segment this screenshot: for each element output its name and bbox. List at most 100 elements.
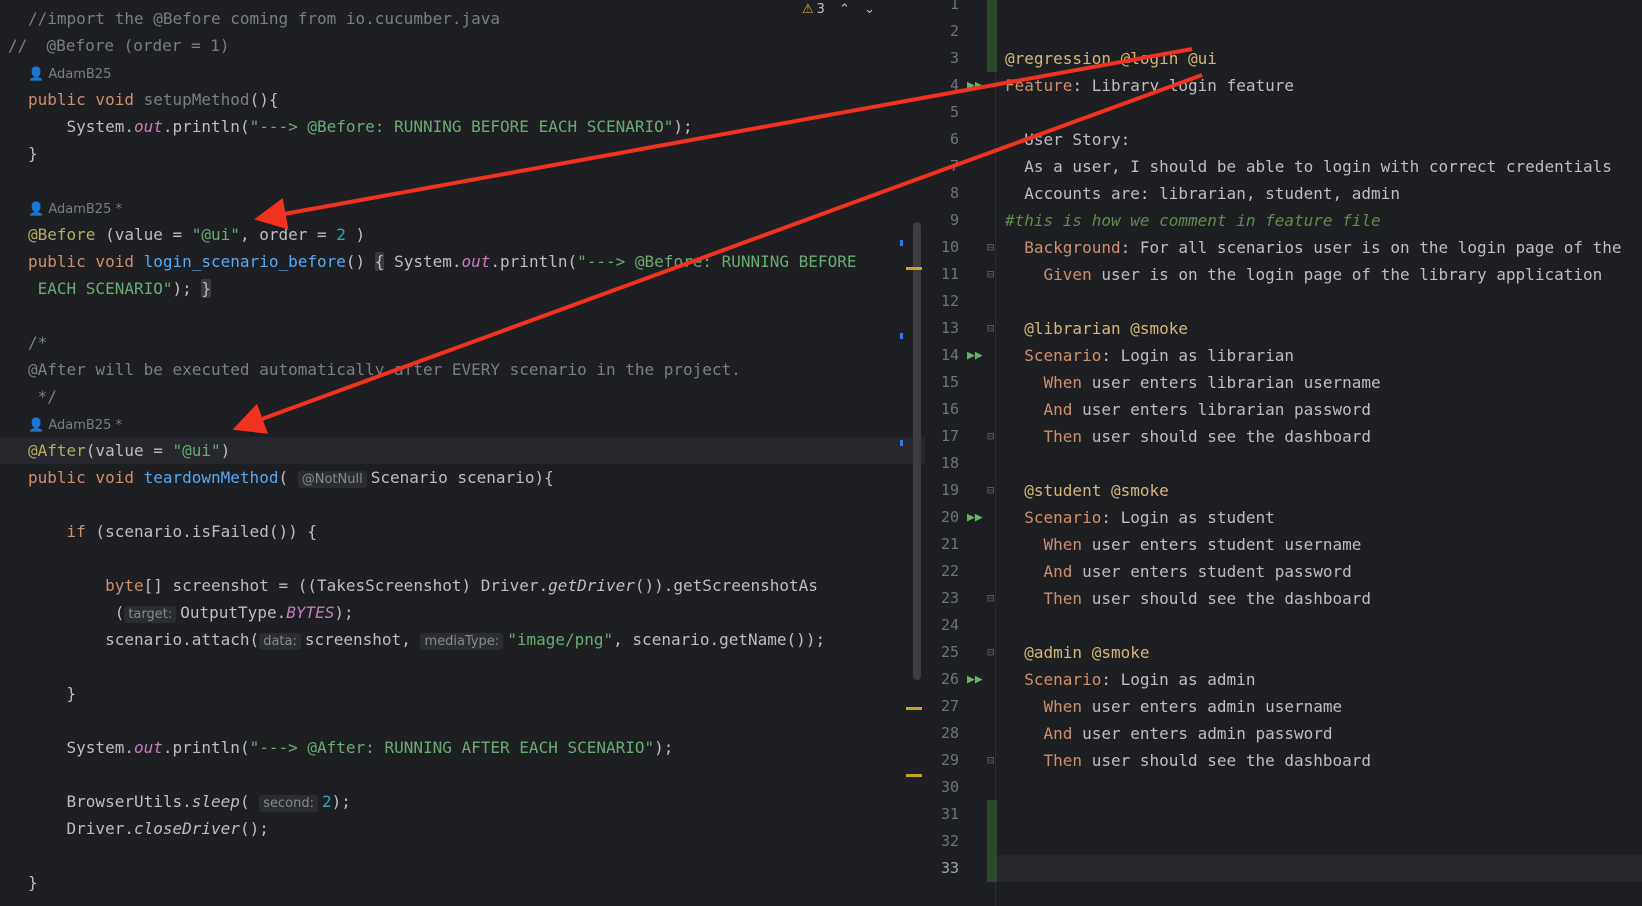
warning-marker[interactable] [906, 707, 922, 710]
line-number[interactable]: 10 [925, 234, 959, 261]
feature-line[interactable]: Then user should see the dashboard [1005, 585, 1642, 612]
feature-line[interactable]: As a user, I should be able to login wit… [1005, 153, 1642, 180]
run-scenario-icon[interactable]: ▶▶ [967, 342, 983, 369]
code-line[interactable]: /* [28, 329, 925, 356]
code-line[interactable]: BrowserUtils.sleep( second: 2); [28, 788, 925, 815]
fold-icon[interactable]: ⊟ [987, 477, 1001, 504]
feature-editor[interactable]: 1 2 3 4 5 6 7 8 9 10 11 12 13 14 15 16 17 18 19 20 21 22 23 24 2… [925, 0, 1642, 906]
code-line[interactable]: //import the @Before coming from io.cucu… [28, 5, 925, 32]
feature-line[interactable]: Feature: Library login feature [1005, 72, 1642, 99]
line-number[interactable]: 32 [925, 828, 959, 855]
line-number[interactable]: 5 [925, 99, 959, 126]
line-number[interactable]: 17 [925, 423, 959, 450]
line-number[interactable]: 20 [925, 504, 959, 531]
code-line[interactable]: // @Before (order = 1) [8, 32, 925, 59]
line-number[interactable]: 13 [925, 315, 959, 342]
fold-icon[interactable]: ⊟ [987, 585, 1001, 612]
code-line[interactable]: System.out.println("---> @After: RUNNING… [28, 734, 925, 761]
line-number[interactable]: 21 [925, 531, 959, 558]
info-marker[interactable] [900, 333, 903, 339]
fold-icon[interactable]: ⊟ [987, 639, 1001, 666]
line-number[interactable]: 25 [925, 639, 959, 666]
line-number[interactable]: 12 [925, 288, 959, 315]
feature-line[interactable]: And user enters student password [1005, 558, 1642, 585]
line-number[interactable]: 16 [925, 396, 959, 423]
feature-line[interactable]: Accounts are: librarian, student, admin [1005, 180, 1642, 207]
feature-tags[interactable]: @student @smoke [1005, 477, 1642, 504]
line-number[interactable]: 4 [925, 72, 959, 99]
line-number[interactable]: 9 [925, 207, 959, 234]
code-line[interactable]: public void teardownMethod( @NotNull Scen… [28, 464, 925, 491]
code-line[interactable]: } [28, 680, 925, 707]
line-number[interactable]: 33 [925, 855, 959, 882]
fold-icon[interactable]: ⊟ [987, 234, 1001, 261]
line-number[interactable]: 11 [925, 261, 959, 288]
line-number[interactable]: 26 [925, 666, 959, 693]
run-scenario-icon[interactable]: ▶▶ [967, 666, 983, 693]
fold-icon[interactable]: ⊟ [987, 315, 1001, 342]
run-scenario-icon[interactable]: ▶▶ [967, 504, 983, 531]
author-hint[interactable]: 👤 AdamB25 * [28, 194, 925, 221]
code-line[interactable]: byte[] screenshot = ((TakesScreenshot) D… [28, 572, 925, 599]
feature-tags[interactable]: @admin @smoke [1005, 639, 1642, 666]
fold-icon[interactable]: ⊟ [987, 747, 1001, 774]
code-line[interactable]: (target: OutputType.BYTES); [28, 599, 925, 626]
java-editor[interactable]: ⚠ 3 ⌃ ⌄ //import the @Before coming from … [0, 0, 925, 906]
line-number[interactable]: 18 [925, 450, 959, 477]
line-number[interactable]: 23 [925, 585, 959, 612]
feature-line[interactable]: Given user is on the login page of the l… [1005, 261, 1642, 288]
code-line[interactable]: @After will be executed automatically af… [28, 356, 925, 383]
fold-icon[interactable]: ⊟ [987, 423, 1001, 450]
line-number[interactable]: 8 [925, 180, 959, 207]
code-line[interactable]: System.out.println("---> @Before: RUNNIN… [28, 113, 925, 140]
fold-icon[interactable]: ⊟ [987, 261, 1001, 288]
code-line[interactable]: EACH SCENARIO"); } [28, 275, 925, 302]
feature-tags[interactable]: @regression @login @ui [1005, 45, 1642, 72]
code-line[interactable]: } [28, 140, 925, 167]
warning-marker[interactable] [906, 774, 922, 777]
line-number[interactable]: 19 [925, 477, 959, 504]
feature-line[interactable]: Then user should see the dashboard [1005, 423, 1642, 450]
line-number[interactable]: 29 [925, 747, 959, 774]
line-number[interactable]: 31 [925, 801, 959, 828]
feature-line[interactable]: And user enters admin password [1005, 720, 1642, 747]
line-number[interactable]: 28 [925, 720, 959, 747]
feature-line[interactable]: User Story: [1005, 126, 1642, 153]
feature-line[interactable]: Background: For all scenarios user is on… [1005, 234, 1642, 261]
feature-line[interactable]: When user enters librarian username [1005, 369, 1642, 396]
feature-line[interactable]: When user enters admin username [1005, 693, 1642, 720]
code-line[interactable]: public void login_scenario_before() { Sy… [28, 248, 925, 275]
line-number[interactable]: 15 [925, 369, 959, 396]
run-feature-icon[interactable]: ▶▶ [967, 72, 983, 99]
code-line-current[interactable]: @After(value = "@ui") [0, 437, 925, 464]
feature-line[interactable]: Scenario: Login as student [1005, 504, 1642, 531]
feature-comment[interactable]: #this is how we comment in feature file [1005, 207, 1642, 234]
feature-line[interactable]: Scenario: Login as librarian [1005, 342, 1642, 369]
feature-line[interactable]: Then user should see the dashboard [1005, 747, 1642, 774]
info-marker[interactable] [900, 440, 903, 446]
code-line[interactable]: } [28, 869, 925, 896]
code-line[interactable]: Driver.closeDriver(); [28, 815, 925, 842]
line-number[interactable]: 1 [925, 0, 959, 18]
feature-tags[interactable]: @librarian @smoke [1005, 315, 1642, 342]
line-number[interactable]: 24 [925, 612, 959, 639]
code-line[interactable]: */ [28, 383, 925, 410]
line-number[interactable]: 7 [925, 153, 959, 180]
line-number[interactable]: 2 [925, 18, 959, 45]
feature-line[interactable]: When user enters student username [1005, 531, 1642, 558]
line-number[interactable]: 14 [925, 342, 959, 369]
line-number[interactable]: 6 [925, 126, 959, 153]
feature-line[interactable]: Scenario: Login as admin [1005, 666, 1642, 693]
info-marker[interactable] [900, 240, 903, 246]
author-hint[interactable]: 👤 AdamB25 * [28, 410, 925, 437]
code-line[interactable]: if (scenario.isFailed()) { [28, 518, 925, 545]
vertical-scrollbar[interactable] [913, 222, 921, 680]
line-number[interactable]: 22 [925, 558, 959, 585]
code-line[interactable]: @Before (value = "@ui", order = 2 ) [28, 221, 925, 248]
code-line[interactable]: public void setupMethod(){ [28, 86, 925, 113]
feature-line[interactable]: And user enters librarian password [1005, 396, 1642, 423]
code-line[interactable]: scenario.attach(data: screenshot, mediaTy… [28, 626, 925, 653]
warning-marker[interactable] [906, 267, 922, 270]
line-number-gutter[interactable]: 1 2 3 4 5 6 7 8 9 10 11 12 13 14 15 16 17 18 19 20 21 22 23 24 2… [925, 0, 996, 906]
line-number[interactable]: 30 [925, 774, 959, 801]
